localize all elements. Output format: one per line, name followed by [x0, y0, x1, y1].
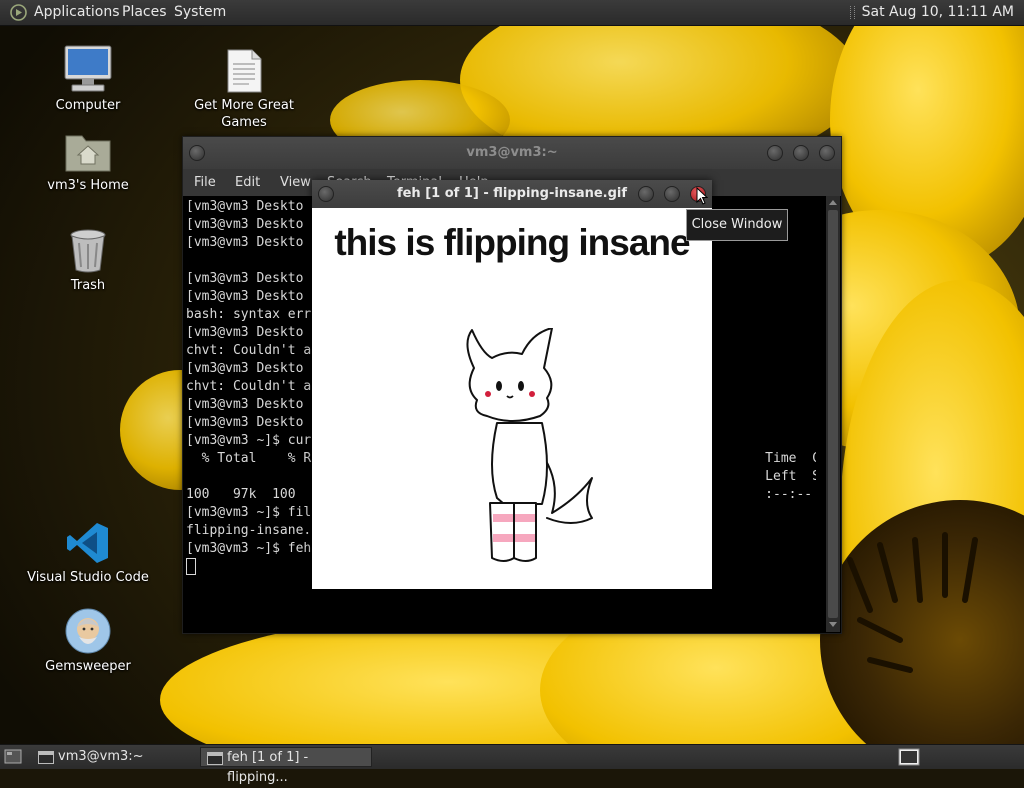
clock-text: Sat Aug 10, 11:11 AM [861, 4, 1014, 20]
maximize-icon[interactable] [664, 186, 680, 202]
terminal-line: flipping-insane. [186, 523, 312, 538]
menu-file[interactable]: File [194, 169, 216, 196]
cartoon-fox-drawing [466, 328, 593, 562]
feh-titlebar[interactable]: feh [1 of 1] - flipping-insane.gif [312, 180, 712, 208]
feh-title: feh [1 of 1] - flipping-insane.gif [396, 186, 628, 201]
places-menu[interactable]: Places [122, 0, 167, 25]
document-icon [227, 49, 262, 93]
maximize-icon[interactable] [793, 145, 809, 161]
gemsweeper-icon [65, 608, 111, 654]
applications-menu[interactable]: Applications [34, 0, 120, 25]
terminal-titlebar[interactable]: vm3@vm3:~ [183, 137, 841, 169]
terminal-line: [vm3@vm3 Deskto [186, 289, 304, 304]
vscode-icon [67, 523, 108, 563]
terminal-line: chvt: Couldn't a [186, 379, 312, 394]
feh-image-viewer-window[interactable]: feh [1 of 1] - flipping-insane.gif this … [312, 180, 712, 589]
terminal-line: bash: syntax err [186, 307, 312, 322]
terminal-line: [vm3@vm3 ~]$ feh [186, 541, 312, 556]
terminal-line: [vm3@vm3 Deskto [186, 397, 304, 412]
panel-handle [849, 6, 855, 19]
system-menu[interactable]: System [174, 0, 226, 25]
terminal-scrollbar[interactable] [826, 196, 840, 632]
terminal-line: [vm3@vm3 Deskto [186, 217, 304, 232]
menu-edit[interactable]: Edit [235, 169, 260, 196]
desktop-icon-label: vm3's Home [47, 178, 129, 193]
taskbar-item-feh[interactable]: feh [1 of 1] - flipping... [200, 747, 372, 785]
taskbar-item-terminal[interactable]: vm3@vm3:~ [32, 747, 196, 767]
trash-icon [70, 229, 106, 273]
scrollbar-thumb[interactable] [828, 210, 838, 618]
terminal-window-icon [38, 751, 54, 764]
terminal-line: [vm3@vm3 Deskto [186, 361, 304, 376]
bottom-panel: vm3@vm3:~ feh [1 of 1] - flipping... [0, 744, 1024, 785]
top-panel: Applications Places System Sat Aug 10, 1… [0, 0, 1024, 26]
menu-view[interactable]: View [280, 169, 311, 196]
meme-caption: this is flipping insane [334, 222, 690, 263]
terminal-line: [vm3@vm3 ~]$ fil [186, 505, 312, 520]
window-menu-icon[interactable] [189, 145, 205, 161]
show-desktop-icon[interactable] [4, 749, 22, 764]
gif-image-display: this is flipping insane [312, 208, 712, 589]
computer-icon [64, 45, 112, 92]
mouse-pointer-icon [696, 187, 708, 205]
desktop-icon-label: Visual Studio Code [27, 570, 149, 585]
scroll-up-icon[interactable] [829, 200, 837, 205]
desktop-icon-trash[interactable]: Trash [23, 226, 153, 294]
close-window-tooltip: Close Window [686, 209, 788, 241]
desktop-icon-label: Computer [55, 98, 121, 113]
desktop-icon-gemsweeper[interactable]: Gemsweeper [23, 607, 153, 675]
terminal-line: [vm3@vm3 Deskto [186, 199, 304, 214]
clock-applet[interactable]: Sat Aug 10, 11:11 AM [849, 0, 1014, 25]
minimize-icon[interactable] [767, 145, 783, 161]
desktop-icon-vscode[interactable]: Visual Studio Code [23, 520, 153, 586]
terminal-line: [vm3@vm3 Deskto [186, 271, 304, 286]
close-icon[interactable] [819, 145, 835, 161]
window-menu-icon[interactable] [318, 186, 334, 202]
feh-window-icon [207, 752, 223, 765]
terminal-cursor [186, 558, 196, 575]
gnome-foot-icon[interactable] [10, 4, 27, 21]
minimize-icon[interactable] [638, 186, 654, 202]
desktop-icon-computer[interactable]: Computer [23, 44, 153, 114]
desktop-icon-label: Gemsweeper [45, 659, 131, 674]
desktop-icon-label: Get More Great Games [194, 98, 294, 130]
scroll-down-icon[interactable] [829, 622, 837, 627]
desktop-icon-get-more-games[interactable]: Get More Great Games [179, 48, 309, 131]
desktop-icon-home[interactable]: vm3's Home [23, 128, 153, 194]
terminal-line: chvt: Couldn't a [186, 343, 312, 358]
terminal-title: vm3@vm3:~ [466, 145, 558, 160]
workspace-switcher-icon[interactable] [898, 748, 920, 766]
terminal-line: [vm3@vm3 Deskto [186, 235, 304, 250]
terminal-line: [vm3@vm3 Deskto [186, 325, 304, 340]
terminal-line: [vm3@vm3 ~]$ cur [186, 433, 312, 448]
desktop-icon-label: Trash [70, 278, 106, 293]
taskbar-item-label: vm3@vm3:~ [58, 749, 144, 764]
home-folder-icon [65, 135, 111, 172]
terminal-line: [vm3@vm3 Deskto [186, 415, 304, 430]
